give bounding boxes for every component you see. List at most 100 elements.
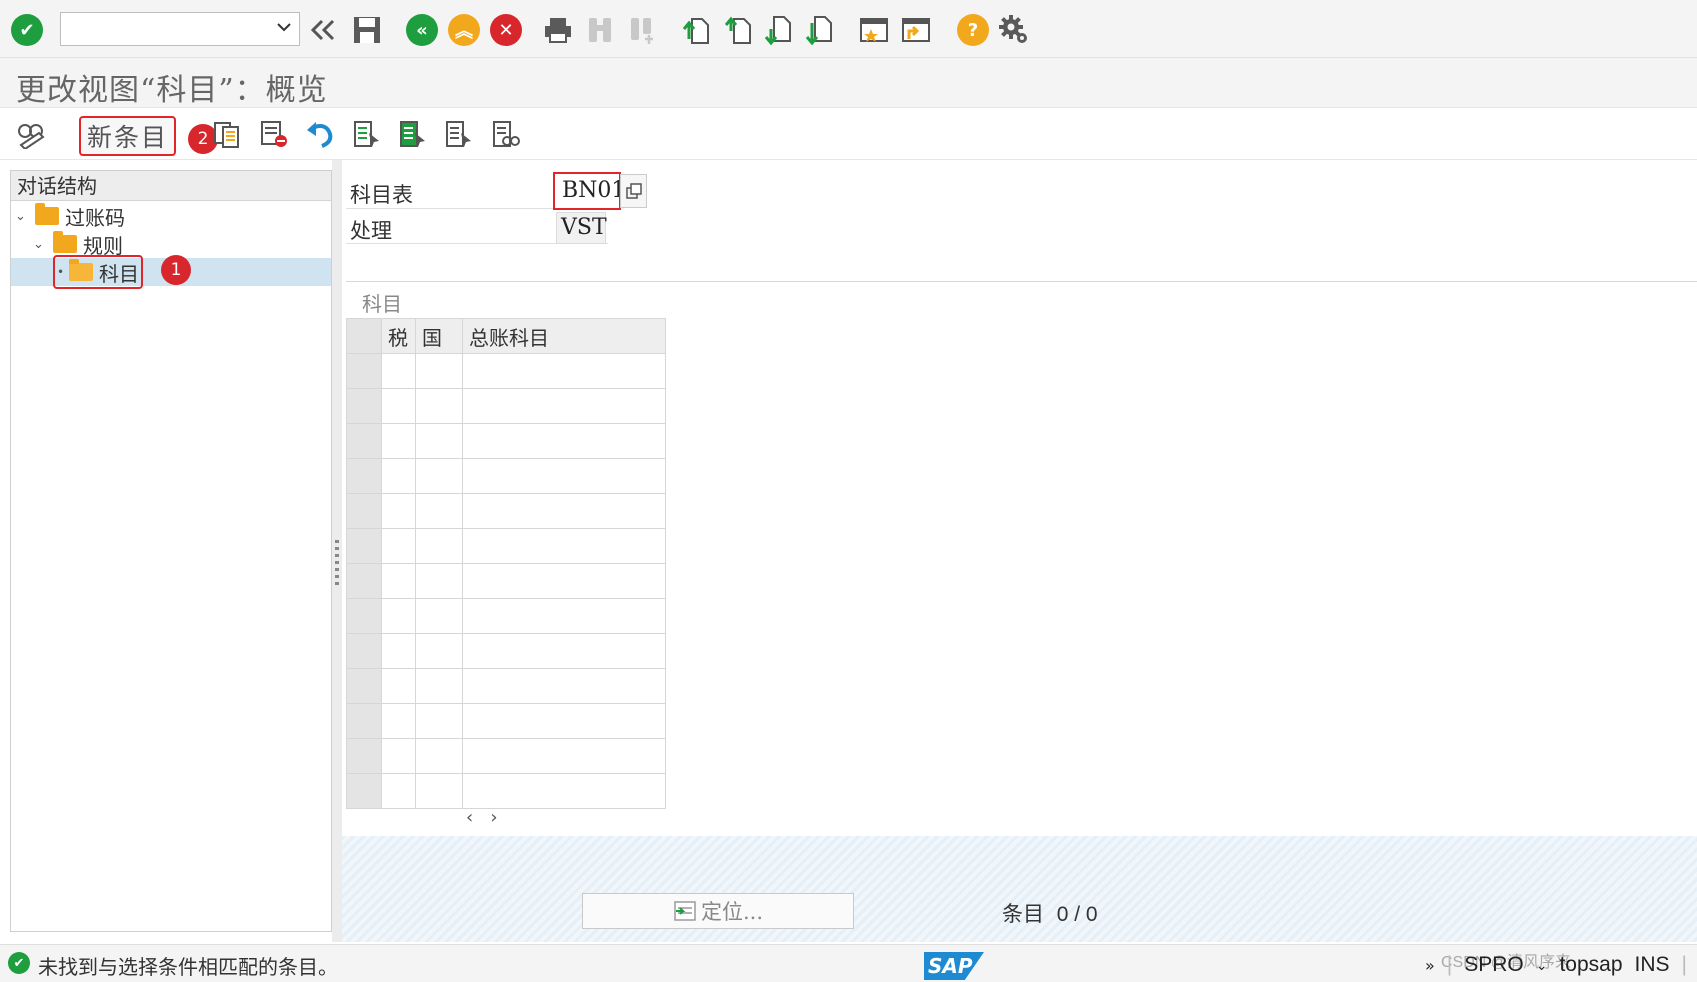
row-selector[interactable] [346,353,382,389]
cell-country[interactable] [415,353,463,389]
row-selector[interactable] [346,423,382,459]
cell-tax[interactable] [381,633,416,669]
generate-shortcut-icon[interactable] [899,13,933,47]
cell-tax[interactable] [381,738,416,774]
display-change-icon[interactable] [14,117,48,151]
cell-tax[interactable] [381,458,416,494]
row-selector[interactable] [346,633,382,669]
chevron-down-icon[interactable]: ⌄ [33,237,49,252]
column-header-gl-account[interactable]: 总账科目 [462,318,666,354]
expand-status-icon[interactable]: » [1425,956,1435,975]
select-all-icon[interactable] [350,117,384,151]
cell-tax[interactable] [381,388,416,424]
select-all-column[interactable] [346,318,382,354]
undo-icon[interactable] [303,117,337,151]
table-row[interactable] [346,353,666,389]
splitter-grip-icon[interactable] [335,540,339,586]
help-icon[interactable]: ? [956,13,990,47]
cell-tax[interactable] [381,668,416,704]
row-selector[interactable] [346,703,382,739]
table-row[interactable] [346,458,666,494]
table-row[interactable] [346,773,666,809]
panel-splitter[interactable] [332,160,342,942]
cell-gl-account[interactable] [462,458,666,494]
row-selector[interactable] [346,458,382,494]
cancel-icon[interactable]: ✕ [489,13,523,47]
command-input[interactable] [61,13,261,43]
row-selector[interactable] [346,598,382,634]
value-help-icon[interactable] [620,174,647,208]
settings-gear-icon[interactable] [997,13,1031,47]
last-page-icon[interactable] [803,13,837,47]
copy-as-icon[interactable] [210,117,244,151]
print-icon[interactable] [541,13,575,47]
delete-icon[interactable] [257,117,291,151]
table-row[interactable] [346,738,666,774]
cell-country[interactable] [415,563,463,599]
table-row[interactable] [346,703,666,739]
row-selector[interactable] [346,668,382,704]
next-page-icon[interactable] [762,13,796,47]
row-selector[interactable] [346,738,382,774]
enter-icon[interactable]: ✔ [10,13,44,47]
cell-country[interactable] [415,598,463,634]
table-row[interactable] [346,668,666,704]
column-header-country[interactable]: 国 [415,318,463,354]
table-row[interactable] [346,493,666,529]
cell-gl-account[interactable] [462,353,666,389]
save-icon[interactable] [350,13,384,47]
chevron-down-icon[interactable]: ⌄ [15,209,31,224]
cell-gl-account[interactable] [462,423,666,459]
cell-gl-account[interactable] [462,528,666,564]
table-row[interactable] [346,423,666,459]
cell-gl-account[interactable] [462,598,666,634]
exit-icon[interactable]: ︽ [447,13,481,47]
cell-country[interactable] [415,633,463,669]
new-entries-button[interactable]: 新条目 [79,116,176,156]
cell-gl-account[interactable] [462,633,666,669]
chevron-down-icon[interactable]: ⌄ [1536,957,1548,974]
table-row[interactable] [346,598,666,634]
row-selector[interactable] [346,493,382,529]
cell-tax[interactable] [381,703,416,739]
input-mode[interactable]: INS [1635,953,1670,977]
back-double-icon[interactable] [306,13,340,47]
cell-tax[interactable] [381,773,416,809]
row-selector[interactable] [346,773,382,809]
column-header-tax[interactable]: 税 [381,318,416,354]
cell-country[interactable] [415,458,463,494]
cell-gl-account[interactable] [462,738,666,774]
cell-gl-account[interactable] [462,563,666,599]
row-selector[interactable] [346,528,382,564]
cell-country[interactable] [415,738,463,774]
cell-country[interactable] [415,493,463,529]
cell-gl-account[interactable] [462,773,666,809]
previous-page-icon[interactable] [722,13,756,47]
cell-tax[interactable] [381,563,416,599]
cell-gl-account[interactable] [462,493,666,529]
back-icon[interactable]: « [405,13,439,47]
cell-country[interactable] [415,423,463,459]
table-row[interactable] [346,563,666,599]
cell-gl-account[interactable] [462,668,666,704]
cell-tax[interactable] [381,598,416,634]
table-row[interactable] [346,388,666,424]
cell-tax[interactable] [381,353,416,389]
position-button[interactable]: 定位... [582,893,854,929]
cell-gl-account[interactable] [462,703,666,739]
cell-country[interactable] [415,668,463,704]
row-selector[interactable] [346,388,382,424]
row-selector[interactable] [346,563,382,599]
chevron-down-icon[interactable] [277,22,291,32]
cell-country[interactable] [415,528,463,564]
print-view-icon[interactable] [489,117,523,151]
scroll-left-icon[interactable]: ‹ [466,807,473,828]
command-field[interactable] [60,12,300,46]
table-row[interactable] [346,528,666,564]
first-page-icon[interactable] [680,13,714,47]
scroll-right-icon[interactable]: › [490,807,497,828]
tree-item-posting-keys[interactable]: ⌄ 过账码 [15,202,125,230]
select-block-icon[interactable] [396,117,430,151]
cell-tax[interactable] [381,528,416,564]
cell-country[interactable] [415,773,463,809]
